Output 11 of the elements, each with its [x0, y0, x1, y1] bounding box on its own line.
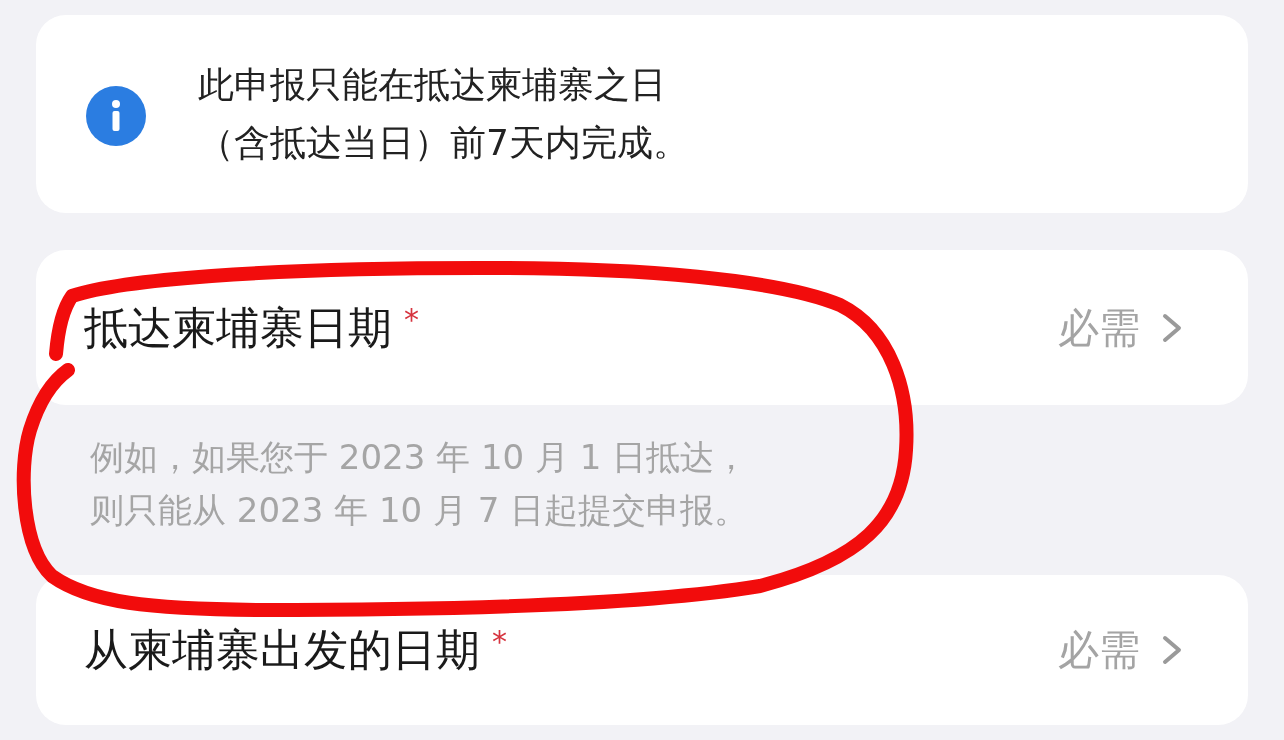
required-asterisk: *: [404, 304, 419, 335]
required-asterisk: *: [492, 627, 507, 657]
field-label: 抵达柬埔寨日期: [84, 300, 392, 355]
notice-text: 此申报只能在抵达柬埔寨之日 （含抵达当日）前7天内完成。: [198, 63, 689, 165]
date-picker[interactable]: 必需: [1058, 624, 1182, 676]
chevron-right-icon: [1162, 312, 1182, 343]
chevron-right-icon: [1162, 635, 1182, 665]
date-picker[interactable]: 必需: [1058, 301, 1182, 354]
hint-text: 例如，如果您于 2023 年 10 月 1 日抵达， 则只能从 2023 年 10 月 7 日起提交申报。: [89, 436, 750, 532]
field-label: 从柬埔寨出发的日期: [84, 623, 480, 677]
info-icon: [86, 86, 146, 146]
